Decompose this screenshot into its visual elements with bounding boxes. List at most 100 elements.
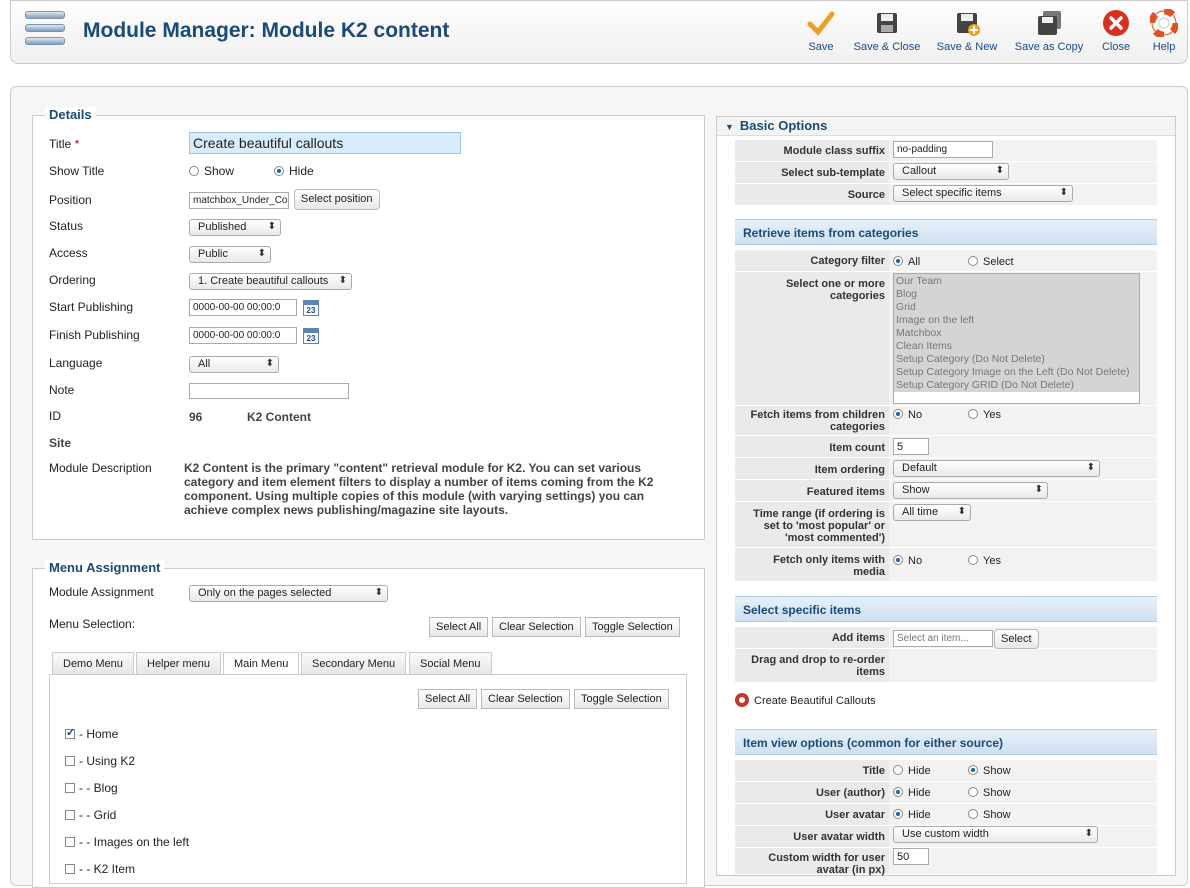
module-description-label: Module Description: [49, 461, 152, 475]
ordering-select[interactable]: 1. Create beautiful callouts: [189, 273, 352, 290]
user-author-hide-radio[interactable]: Hide: [893, 787, 931, 799]
ordering-label: Ordering: [49, 273, 96, 287]
avatar-width-select[interactable]: Use custom width: [893, 826, 1098, 843]
tab-demo-menu[interactable]: Demo Menu: [52, 652, 134, 674]
save-close-button[interactable]: Save & Close: [851, 9, 923, 53]
time-range-select[interactable]: All time: [893, 504, 971, 521]
category-option[interactable]: Clean Items: [896, 340, 1137, 353]
custom-width-row: Custom width for user avatar (in px): [735, 848, 1157, 876]
item-count-row: Item count: [735, 436, 1157, 458]
remove-item-icon[interactable]: [735, 693, 749, 707]
id-label: ID: [49, 409, 61, 423]
save-as-copy-button[interactable]: Save as Copy: [1011, 9, 1087, 53]
radio-selected-icon: [893, 409, 903, 419]
position-label: Position: [49, 193, 92, 207]
toggle-selection-button[interactable]: Toggle Selection: [585, 617, 680, 637]
title-input[interactable]: Create beautiful callouts: [189, 132, 461, 154]
note-input[interactable]: [189, 383, 349, 399]
title-show-radio[interactable]: Show: [968, 765, 1011, 777]
tab-main-menu[interactable]: Main Menu: [223, 652, 300, 675]
save-button[interactable]: Save: [805, 9, 837, 53]
calendar-icon[interactable]: 23: [303, 328, 319, 344]
featured-items-select[interactable]: Show: [893, 482, 1048, 499]
tab-secondary-menu[interactable]: Secondary Menu: [301, 652, 407, 674]
help-button[interactable]: Help: [1149, 9, 1179, 53]
category-option[interactable]: Setup Category GRID (Do Not Delete): [896, 379, 1137, 392]
toggle-selection-button[interactable]: Toggle Selection: [574, 689, 669, 709]
title-hide-radio[interactable]: Hide: [893, 765, 931, 777]
show-title-label: Show Title: [49, 164, 105, 178]
radio-icon: [968, 809, 978, 819]
radio-icon: [968, 409, 978, 419]
fetch-media-yes-radio[interactable]: Yes: [968, 555, 1001, 567]
clear-selection-button[interactable]: Clear Selection: [492, 617, 581, 637]
clear-selection-button[interactable]: Clear Selection: [481, 689, 570, 709]
start-publishing-label: Start Publishing: [49, 300, 134, 314]
fetch-media-no-radio[interactable]: No: [893, 555, 922, 567]
details-legend: Details: [45, 107, 96, 122]
module-assignment-select[interactable]: Only on the pages selected: [189, 585, 388, 602]
save-new-button[interactable]: Save & New: [935, 9, 999, 53]
category-option[interactable]: Blog: [896, 288, 1137, 301]
language-select[interactable]: All: [189, 356, 279, 373]
menu-item-checkbox[interactable]: - - Grid: [65, 808, 116, 822]
category-option[interactable]: Setup Category Image on the Left (Do Not…: [896, 366, 1137, 379]
category-filter-all-radio[interactable]: All: [893, 256, 920, 268]
header-bar: Module Manager: Module K2 content Save S…: [10, 0, 1188, 64]
menu-item-checkbox[interactable]: - - Images on the left: [65, 835, 189, 849]
menu-assignment-legend: Menu Assignment: [45, 560, 165, 575]
user-avatar-hide-radio[interactable]: Hide: [893, 809, 931, 821]
start-publishing-input[interactable]: 0000-00-00 00:00:0: [189, 299, 297, 316]
finish-publishing-input[interactable]: 0000-00-00 00:00:0: [189, 327, 297, 344]
radio-icon: [968, 787, 978, 797]
show-title-show-radio[interactable]: Show: [189, 164, 234, 178]
user-author-show-radio[interactable]: Show: [968, 787, 1011, 799]
select-all-button[interactable]: Select All: [418, 689, 478, 709]
user-avatar-show-radio[interactable]: Show: [968, 809, 1011, 821]
category-option[interactable]: Setup Category (Do Not Delete): [896, 353, 1137, 366]
tab-helper-menu[interactable]: Helper menu: [136, 652, 221, 674]
basic-options-header[interactable]: ▼ Basic Options: [717, 117, 1175, 136]
category-option[interactable]: Our Team: [896, 275, 1137, 288]
item-count-input[interactable]: 5: [893, 438, 929, 455]
menu-item-checkbox[interactable]: - Using K2: [65, 754, 135, 768]
subtemplate-select[interactable]: Callout: [893, 163, 1009, 180]
add-items-input[interactable]: [893, 630, 993, 647]
menu-item-checkbox[interactable]: - Home: [65, 726, 118, 741]
tab-social-menu[interactable]: Social Menu: [409, 652, 492, 674]
custom-width-input[interactable]: 50: [893, 848, 929, 865]
select-position-button[interactable]: Select position: [294, 189, 380, 210]
category-filter-select-radio[interactable]: Select: [968, 256, 1014, 268]
category-option[interactable]: Image on the left: [896, 314, 1137, 327]
select-item-button[interactable]: Select: [994, 629, 1039, 649]
fetch-children-no-radio[interactable]: No: [893, 409, 922, 421]
radio-selected-icon: [893, 809, 903, 819]
source-select[interactable]: Select specific items: [893, 185, 1073, 202]
checkbox-icon: [65, 837, 75, 847]
category-option[interactable]: Grid: [896, 301, 1137, 314]
title-label: Title *: [49, 137, 80, 151]
access-select[interactable]: Public: [189, 246, 271, 263]
checkbox-icon: [65, 783, 75, 793]
retrieve-items-header: Retrieve items from categories: [735, 219, 1157, 245]
select-all-button[interactable]: Select All: [429, 617, 489, 637]
menu-item-checkbox[interactable]: - - K2 Item: [65, 862, 135, 876]
checkbox-icon: [65, 756, 75, 766]
class-suffix-input[interactable]: no-padding: [893, 141, 993, 158]
menu-item-checkbox[interactable]: - - Blog: [65, 781, 118, 795]
show-title-hide-radio[interactable]: Hide: [274, 164, 314, 178]
calendar-icon[interactable]: 23: [303, 300, 319, 316]
position-input[interactable]: matchbox_Under_Co: [189, 192, 289, 209]
language-label: Language: [49, 356, 103, 370]
radio-icon: [968, 555, 978, 565]
radio-icon: [189, 166, 199, 176]
close-button[interactable]: Close: [1099, 9, 1133, 53]
status-select[interactable]: Published: [189, 219, 281, 236]
finish-publishing-label: Finish Publishing: [49, 328, 140, 342]
fetch-children-yes-radio[interactable]: Yes: [968, 409, 1001, 421]
module-type: K2 Content: [247, 410, 311, 424]
categories-listbox[interactable]: Our Team Blog Grid Image on the left Mat…: [893, 273, 1140, 404]
item-ordering-select[interactable]: Default: [893, 460, 1100, 477]
radio-selected-icon: [274, 166, 284, 176]
category-option[interactable]: Matchbox: [896, 327, 1137, 340]
